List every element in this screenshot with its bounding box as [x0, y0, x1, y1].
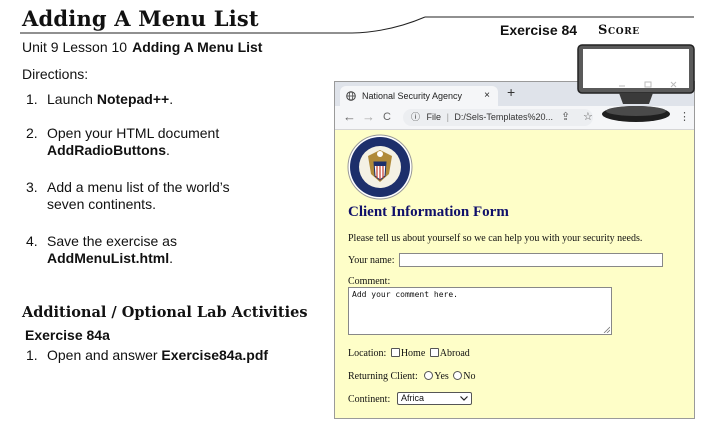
chevron-down-icon [460, 396, 468, 401]
lesson-title: Adding A Menu List [132, 39, 263, 55]
page-content: Client Information Form Please tell us a… [335, 131, 694, 418]
no-radio[interactable] [453, 371, 463, 380]
share-icon[interactable]: ⇪ [561, 110, 570, 123]
browser-window: National Security Agency × + ← → C ⓘ Fil… [334, 81, 695, 419]
new-tab-button[interactable]: + [507, 84, 515, 100]
info-icon[interactable]: ⓘ [411, 112, 420, 122]
no-option-label: No [463, 371, 476, 382]
exercise-number: Exercise 84 [500, 22, 578, 38]
score-label: Score [598, 23, 640, 38]
location-row: Location: Home Abroad [348, 348, 470, 359]
comment-label: Comment: [348, 276, 391, 287]
directions-label: Directions: [22, 66, 89, 82]
continent-label: Continent: [348, 394, 391, 405]
address-text: D:/Sels-Templates%20... [454, 112, 553, 122]
home-option-label: Home [400, 348, 426, 359]
back-arrow-icon[interactable]: ← [343, 109, 356, 124]
tab-title: National Security Agency [362, 91, 463, 101]
step-2: 2. Open your HTML document AddRadioButton… [26, 125, 220, 158]
step-4: 4. Save the exercise as AddMenuList.html. [26, 233, 177, 266]
unit-lesson-line: Unit 9 Lesson 10 Adding A Menu List [22, 39, 262, 55]
exercise-84a-label: Exercise 84a [25, 327, 110, 343]
returning-row: Returning Client: Yes No [348, 371, 476, 382]
step-1: 1. Launch Notepad++. [26, 91, 174, 107]
returning-label: Returning Client: [348, 371, 418, 382]
step-3: 3. Add a menu list of the world’s seven c… [26, 179, 230, 212]
name-label: Your name: [348, 255, 395, 266]
reload-icon[interactable]: C [383, 111, 391, 123]
browser-tab[interactable]: National Security Agency × [340, 86, 498, 106]
abroad-checkbox[interactable] [429, 348, 439, 357]
forward-arrow-icon[interactable]: → [362, 109, 375, 124]
comment-text: Add your comment here. [352, 290, 458, 299]
nsa-seal-icon [347, 134, 413, 200]
continent-select[interactable]: Africa [397, 392, 472, 405]
additional-activities-heading: Additional / Optional Lab Activities [22, 304, 308, 321]
globe-icon [346, 91, 356, 101]
location-label: Location: [348, 348, 387, 359]
comment-textarea[interactable]: Add your comment here. [348, 287, 612, 335]
tab-close-icon[interactable]: × [484, 86, 490, 106]
exercise-84a-step: 1. Open and answer Exercise84a.pdf [26, 347, 269, 363]
continent-selected-value: Africa [401, 393, 425, 403]
form-intro: Please tell us about yourself so we can … [348, 233, 643, 244]
form-title: Client Information Form [348, 204, 509, 220]
unit-lesson-prefix: Unit 9 Lesson 10 [22, 39, 128, 55]
yes-option-label: Yes [434, 371, 449, 382]
monitor-icon [577, 44, 695, 122]
resize-grip-icon[interactable] [603, 326, 610, 333]
page-title: Adding A Menu List [22, 6, 259, 31]
address-prefix: File [426, 112, 442, 122]
yes-radio[interactable] [424, 371, 434, 380]
name-input[interactable] [399, 253, 663, 267]
home-checkbox[interactable] [390, 348, 400, 357]
abroad-option-label: Abroad [439, 348, 470, 359]
